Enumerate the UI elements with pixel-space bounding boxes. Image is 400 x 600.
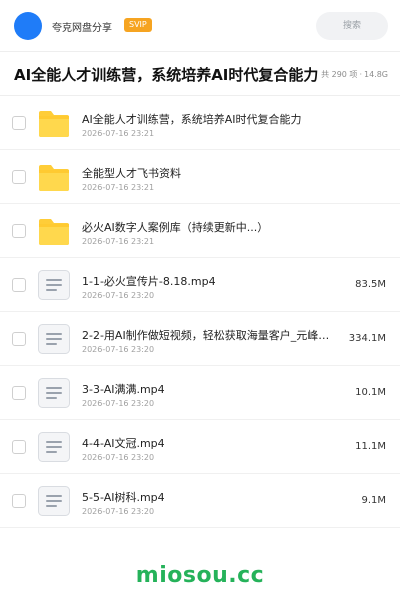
user-avatar-icon[interactable] bbox=[14, 12, 42, 40]
folder-icon bbox=[39, 219, 69, 245]
video-file-icon bbox=[38, 378, 70, 408]
item-count: 共 290 项 bbox=[321, 70, 358, 79]
file-size: 83.5M bbox=[355, 279, 386, 290]
file-name: 4-4-AI文冠.mp4 bbox=[82, 437, 165, 450]
file-date: 2026-07-16 23:20 bbox=[82, 345, 155, 354]
folder-icon bbox=[39, 111, 69, 137]
file-date: 2026-07-16 23:20 bbox=[82, 291, 155, 300]
file-size: 9.1M bbox=[361, 495, 386, 506]
file-date: 2026-07-16 23:20 bbox=[82, 507, 155, 516]
file-size: 10.1M bbox=[355, 387, 386, 398]
top-bar: 夸克网盘分享 SVIP 搜索 bbox=[0, 0, 400, 52]
share-source-label: 夸克网盘分享 bbox=[52, 23, 112, 34]
file-row[interactable]: 1-1-必火宣传片-8.18.mp4 2026-07-16 23:20 83.5… bbox=[0, 258, 400, 312]
file-name: 3-3-AI满满.mp4 bbox=[82, 383, 165, 396]
file-name: 必火AI数字人案例库（持续更新中...） bbox=[82, 221, 269, 234]
file-row[interactable]: 2-2-用AI制作做短视频，轻松获取海量客户_元峰.mp4 2026-07-16… bbox=[0, 312, 400, 366]
file-row[interactable]: 4-4-AI文冠.mp4 2026-07-16 23:20 11.1M bbox=[0, 420, 400, 474]
video-file-icon bbox=[38, 324, 70, 354]
folder-title: AI全能人才训练营，系统培养AI时代复合能力 bbox=[14, 66, 319, 84]
video-file-icon bbox=[38, 270, 70, 300]
summary-separator: · bbox=[359, 70, 362, 79]
select-checkbox[interactable] bbox=[12, 278, 26, 292]
video-file-icon bbox=[38, 432, 70, 462]
file-row[interactable]: 5-5-AI树科.mp4 2026-07-16 23:20 9.1M bbox=[0, 474, 400, 528]
file-row[interactable]: 必火AI数字人案例库（持续更新中...） 2026-07-16 23:21 bbox=[0, 204, 400, 258]
file-name: 5-5-AI树科.mp4 bbox=[82, 491, 165, 504]
select-checkbox[interactable] bbox=[12, 170, 26, 184]
file-date: 2026-07-16 23:20 bbox=[82, 399, 155, 408]
file-date: 2026-07-16 23:21 bbox=[82, 129, 155, 138]
select-checkbox[interactable] bbox=[12, 116, 26, 130]
file-size: 334.1M bbox=[348, 333, 386, 344]
total-size: 14.8G bbox=[363, 70, 388, 79]
video-file-icon bbox=[38, 486, 70, 516]
select-checkbox[interactable] bbox=[12, 494, 26, 508]
file-name: 1-1-必火宣传片-8.18.mp4 bbox=[82, 275, 216, 288]
folder-summary: 共 290 项 · 14.8G bbox=[321, 69, 388, 80]
file-name: AI全能人才训练营，系统培养AI时代复合能力 bbox=[82, 113, 302, 126]
select-checkbox[interactable] bbox=[12, 224, 26, 238]
folder-icon bbox=[39, 165, 69, 191]
file-size: 11.1M bbox=[355, 441, 386, 452]
select-checkbox[interactable] bbox=[12, 386, 26, 400]
select-checkbox[interactable] bbox=[12, 440, 26, 454]
file-date: 2026-07-16 23:20 bbox=[82, 453, 155, 462]
file-date: 2026-07-16 23:21 bbox=[82, 183, 155, 192]
file-row[interactable]: 全能型人才飞书资料 2026-07-16 23:21 bbox=[0, 150, 400, 204]
file-row[interactable]: 3-3-AI满满.mp4 2026-07-16 23:20 10.1M bbox=[0, 366, 400, 420]
file-name: 2-2-用AI制作做短视频，轻松获取海量客户_元峰.mp4 bbox=[82, 329, 330, 342]
search-input[interactable]: 搜索 bbox=[316, 12, 388, 40]
file-name: 全能型人才飞书资料 bbox=[82, 167, 181, 180]
svip-badge: SVIP bbox=[124, 18, 152, 32]
watermark: miosou.cc bbox=[135, 563, 265, 588]
file-row[interactable]: AI全能人才训练营，系统培养AI时代复合能力 2026-07-16 23:21 bbox=[0, 96, 400, 150]
file-date: 2026-07-16 23:21 bbox=[82, 237, 155, 246]
folder-header: AI全能人才训练营，系统培养AI时代复合能力 共 290 项 · 14.8G bbox=[0, 52, 400, 96]
file-list: AI全能人才训练营，系统培养AI时代复合能力 2026-07-16 23:21 … bbox=[0, 96, 400, 528]
select-checkbox[interactable] bbox=[12, 332, 26, 346]
